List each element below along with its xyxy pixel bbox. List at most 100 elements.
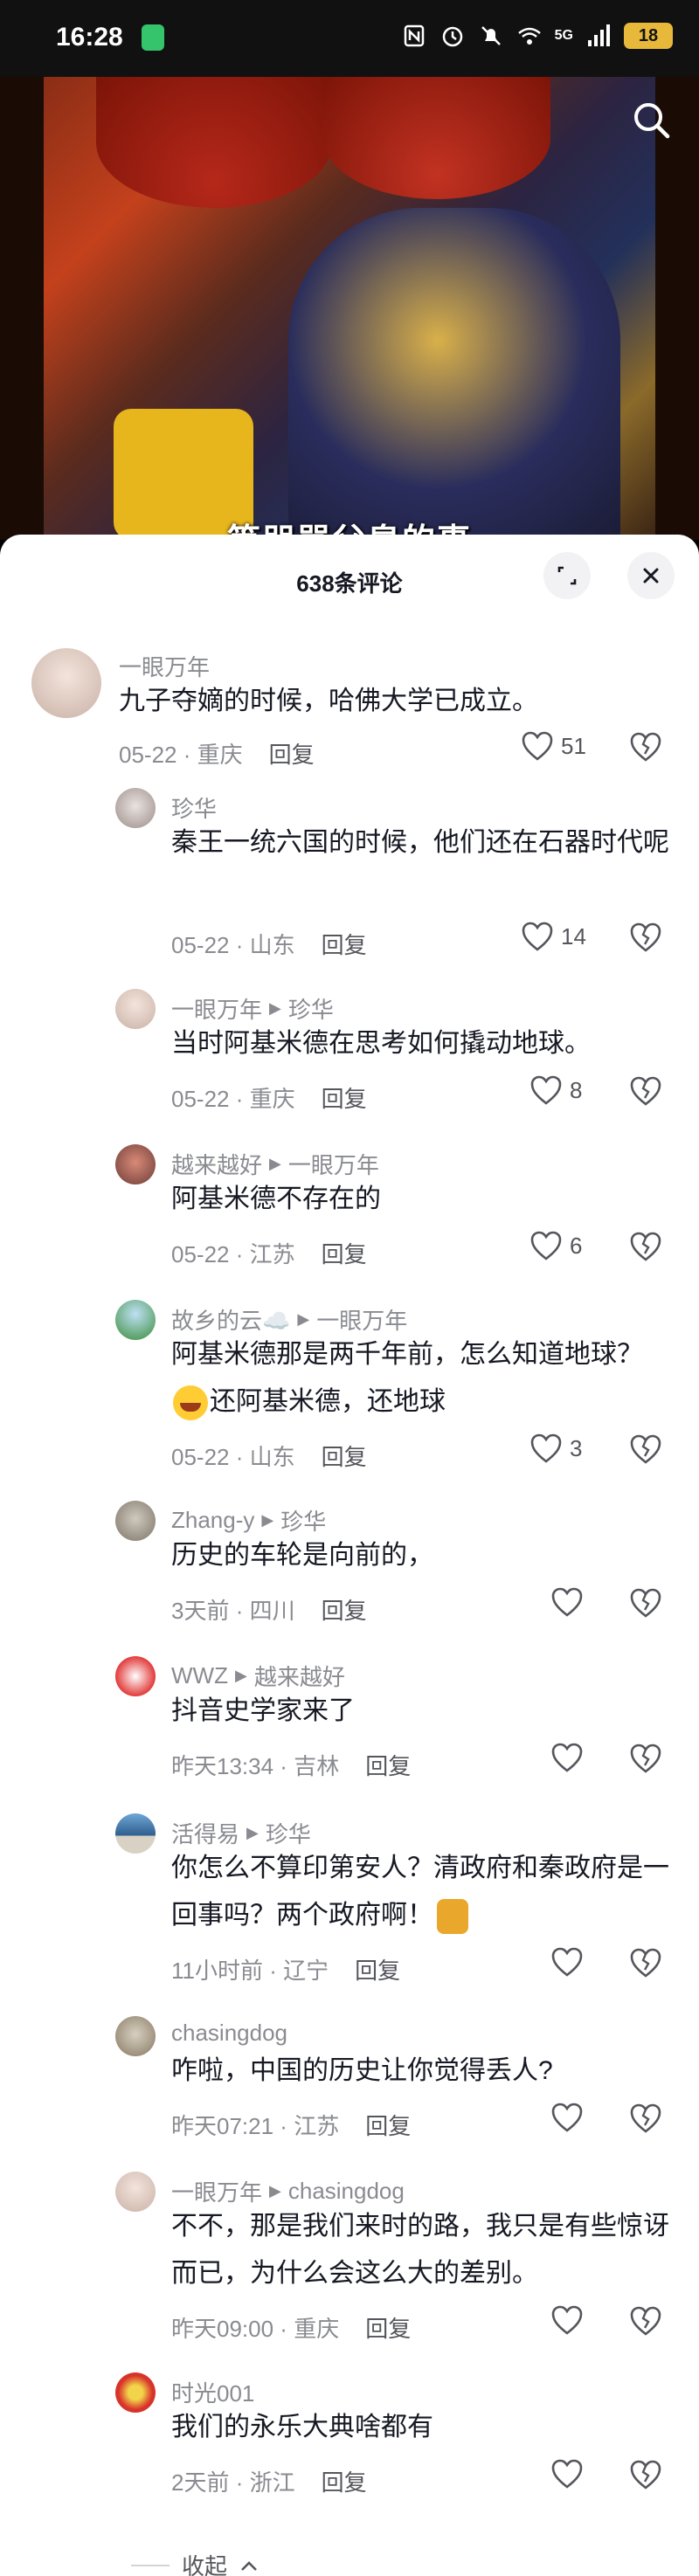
comment-date: 05-22 bbox=[171, 1086, 230, 1112]
avatar[interactable] bbox=[115, 1501, 156, 1541]
nfc-icon bbox=[404, 24, 424, 47]
avatar[interactable] bbox=[115, 989, 156, 1029]
dislike-heart-icon[interactable] bbox=[629, 921, 662, 954]
mute-bell-icon bbox=[481, 26, 501, 45]
reply-button[interactable]: 回复 bbox=[269, 737, 315, 770]
reply-button[interactable]: 回复 bbox=[322, 2465, 367, 2497]
like-button[interactable] bbox=[550, 2102, 591, 2133]
dislike-heart-icon[interactable] bbox=[629, 730, 662, 763]
reply-button[interactable]: 回复 bbox=[365, 2311, 411, 2344]
battery-indicator: 18 bbox=[624, 23, 673, 49]
reply-arrow-icon: ▶ bbox=[269, 2182, 281, 2200]
avatar[interactable] bbox=[115, 1144, 156, 1184]
like-button[interactable]: 8 bbox=[529, 1074, 582, 1106]
comment-date: 05-22 bbox=[171, 1444, 230, 1470]
like-button[interactable] bbox=[550, 1586, 591, 1618]
heart-icon bbox=[551, 1947, 583, 1977]
comment-text: 九子夺嫡的时候，哈佛大学已成立。 bbox=[119, 687, 538, 715]
comment-text: 历史的车轮是向前的， bbox=[171, 1541, 433, 1570]
reply-to-username[interactable]: chasingdog bbox=[288, 2178, 405, 2205]
avatar[interactable] bbox=[115, 2016, 156, 2056]
heart-icon bbox=[551, 1587, 583, 1617]
reply-button[interactable]: 回复 bbox=[322, 1237, 367, 1269]
comments-sheet: 638条评论 一眼万年 九子夺嫡的时候，哈佛大学已成立。 05-22 · 重庆 … bbox=[0, 535, 699, 2576]
comment-date: 3天前 bbox=[171, 1598, 230, 1624]
reply-button[interactable]: 回复 bbox=[322, 1593, 367, 1626]
dislike-heart-icon[interactable] bbox=[629, 2304, 662, 2338]
comment-location: 重庆 bbox=[294, 2316, 340, 2342]
like-count: 51 bbox=[561, 732, 586, 759]
comment-date: 05-22 bbox=[171, 1241, 230, 1267]
like-button[interactable] bbox=[550, 2304, 591, 2336]
like-button[interactable]: 14 bbox=[521, 921, 586, 952]
comment-text: 你怎么不算印第安人？清政府和秦政府是一回事吗？两个政府啊！ bbox=[171, 1845, 669, 1939]
comment-text: 我们的永乐大典啥都有 bbox=[171, 2413, 433, 2441]
network-label: 5G bbox=[554, 28, 573, 43]
avatar[interactable] bbox=[115, 1656, 156, 1696]
close-button[interactable] bbox=[627, 552, 675, 599]
comment-location: 山东 bbox=[249, 932, 295, 958]
comment-text-part: 还阿基米德，还地球 bbox=[210, 1387, 446, 1416]
heart-icon bbox=[551, 2305, 583, 2335]
avatar[interactable] bbox=[31, 648, 101, 718]
heart-icon bbox=[551, 2459, 583, 2489]
like-button[interactable] bbox=[550, 1946, 591, 1978]
search-icon[interactable] bbox=[627, 96, 676, 145]
comment-location: 吉林 bbox=[294, 1753, 340, 1779]
dislike-heart-icon[interactable] bbox=[629, 1946, 662, 1979]
avatar[interactable] bbox=[115, 2372, 156, 2413]
comment-text: 阿基米德那是两千年前，怎么知道地球？ 还阿基米德，还地球 bbox=[171, 1331, 669, 1426]
collapse-replies-button[interactable]: 收起 bbox=[131, 2549, 259, 2576]
expand-icon bbox=[557, 566, 577, 585]
reply-button[interactable]: 回复 bbox=[365, 1749, 411, 1781]
reply-button[interactable]: 回复 bbox=[322, 1440, 367, 1472]
avatar[interactable] bbox=[115, 1813, 156, 1854]
comment-date: 昨天07:21 bbox=[171, 2113, 274, 2139]
dislike-heart-icon[interactable] bbox=[629, 1074, 662, 1108]
status-icons: 5G 18 bbox=[401, 23, 673, 49]
reply-button[interactable]: 回复 bbox=[365, 2109, 411, 2141]
like-count: 14 bbox=[561, 922, 586, 950]
reply-arrow-icon: ▶ bbox=[234, 1667, 247, 1684]
alarm-icon bbox=[442, 26, 462, 47]
reply-button[interactable]: 回复 bbox=[322, 1081, 367, 1114]
dislike-heart-icon[interactable] bbox=[629, 1230, 662, 1263]
reply-arrow-icon: ▶ bbox=[269, 1155, 281, 1172]
comment-username[interactable]: WWZ bbox=[171, 1662, 228, 1689]
like-button[interactable]: 51 bbox=[521, 730, 586, 762]
comment-text: 阿基米德不存在的 bbox=[171, 1184, 381, 1213]
comment-text: 不不，那是我们来时的路，我只是有些惊讶而已，为什么会这么大的差别。 bbox=[171, 2212, 669, 2288]
comment-location: 辽宁 bbox=[283, 1958, 329, 1984]
like-count: 6 bbox=[570, 1232, 583, 1259]
close-icon bbox=[643, 568, 659, 584]
like-button[interactable]: 6 bbox=[529, 1230, 582, 1261]
dislike-heart-icon[interactable] bbox=[629, 1433, 662, 1466]
collapse-label: 收起 bbox=[182, 2553, 228, 2576]
dislike-heart-icon[interactable] bbox=[629, 1742, 662, 1775]
video-player[interactable]: 等咒骂父皇的事 bbox=[0, 77, 699, 540]
dislike-heart-icon[interactable] bbox=[629, 2458, 662, 2491]
dislike-heart-icon[interactable] bbox=[629, 2102, 662, 2135]
heart-icon bbox=[522, 922, 553, 951]
reply-button[interactable]: 回复 bbox=[355, 1953, 400, 1986]
expand-button[interactable] bbox=[543, 552, 591, 599]
like-button[interactable] bbox=[550, 2458, 591, 2490]
app-indicator-icon bbox=[142, 24, 164, 51]
comment-username[interactable]: chasingdog bbox=[171, 2020, 287, 2047]
chevron-up-icon bbox=[241, 2560, 257, 2571]
avatar[interactable] bbox=[115, 788, 156, 828]
heart-icon bbox=[530, 1433, 562, 1463]
comment-username[interactable]: Zhang-y bbox=[171, 1507, 254, 1534]
avatar[interactable] bbox=[115, 2172, 156, 2212]
avatar[interactable] bbox=[115, 1300, 156, 1340]
dislike-heart-icon[interactable] bbox=[629, 1586, 662, 1619]
reply-button[interactable]: 回复 bbox=[322, 928, 367, 960]
heart-icon bbox=[551, 1743, 583, 1772]
reply-arrow-icon: ▶ bbox=[269, 999, 281, 1017]
wifi-icon bbox=[517, 27, 541, 45]
like-count: 3 bbox=[570, 1434, 583, 1461]
like-button[interactable] bbox=[550, 1742, 591, 1773]
comment-location: 重庆 bbox=[197, 742, 243, 768]
comment-date: 昨天13:34 bbox=[171, 1753, 274, 1779]
like-button[interactable]: 3 bbox=[529, 1433, 582, 1464]
